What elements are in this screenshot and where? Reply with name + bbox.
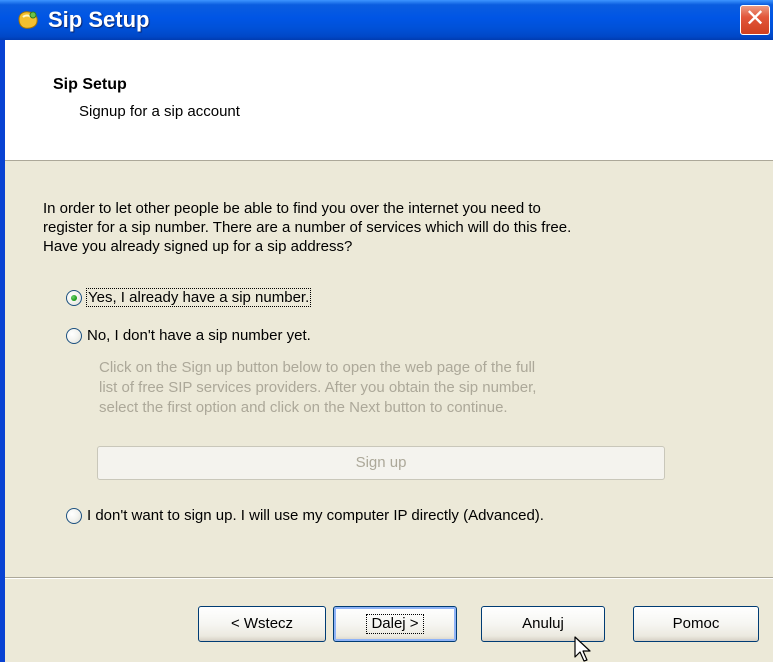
- wizard-header: Sip Setup Signup for a sip account: [5, 40, 773, 161]
- close-icon: ✕: [744, 5, 766, 32]
- option-label: I don't want to sign up. I will use my c…: [87, 507, 544, 524]
- close-button[interactable]: ✕: [740, 5, 770, 35]
- back-button[interactable]: < Wstecz: [198, 606, 326, 642]
- help-button[interactable]: Pomoc: [633, 606, 759, 642]
- hint-line: list of free SIP services providers. Aft…: [99, 379, 537, 396]
- header-title: Sip Setup: [53, 76, 127, 93]
- window-title: Sip Setup: [48, 7, 150, 32]
- radio-unchecked-icon[interactable]: [66, 327, 82, 344]
- signup-hint-text: Click on the Sign up button below to ope…: [99, 358, 699, 418]
- option-label: No, I don't have a sip number yet.: [87, 327, 311, 344]
- intro-line: register for a sip number. There are a n…: [43, 219, 572, 236]
- sip-setup-window: Sip Setup ✕ Sip Setup Signup for a sip a…: [0, 0, 773, 662]
- hint-line: select the first option and click on the…: [99, 399, 508, 416]
- radio-unchecked-icon[interactable]: [66, 507, 82, 524]
- option-use-ip-directly[interactable]: I don't want to sign up. I will use my c…: [66, 507, 544, 524]
- intro-line: Have you already signed up for a sip add…: [43, 238, 353, 255]
- next-button-label: Dalej >: [366, 614, 424, 634]
- option-no-sip-number[interactable]: No, I don't have a sip number yet.: [66, 327, 311, 344]
- mouse-pointer-icon: [574, 636, 591, 662]
- title-bar[interactable]: Sip Setup ✕: [0, 0, 773, 40]
- intro-line: In order to let other people be able to …: [43, 200, 541, 217]
- next-button[interactable]: Dalej >: [333, 606, 457, 642]
- intro-text: In order to let other people be able to …: [43, 199, 743, 256]
- radio-checked-icon[interactable]: [66, 289, 82, 306]
- option-have-sip-number[interactable]: Yes, I already have a sip number.: [66, 288, 312, 307]
- hint-line: Click on the Sign up button below to ope…: [99, 359, 536, 376]
- header-subtitle: Signup for a sip account: [79, 103, 240, 120]
- signup-button[interactable]: Sign up: [97, 446, 665, 480]
- footer-separator: [5, 577, 773, 579]
- app-icon: [18, 11, 38, 29]
- option-label: Yes, I already have a sip number.: [85, 288, 312, 307]
